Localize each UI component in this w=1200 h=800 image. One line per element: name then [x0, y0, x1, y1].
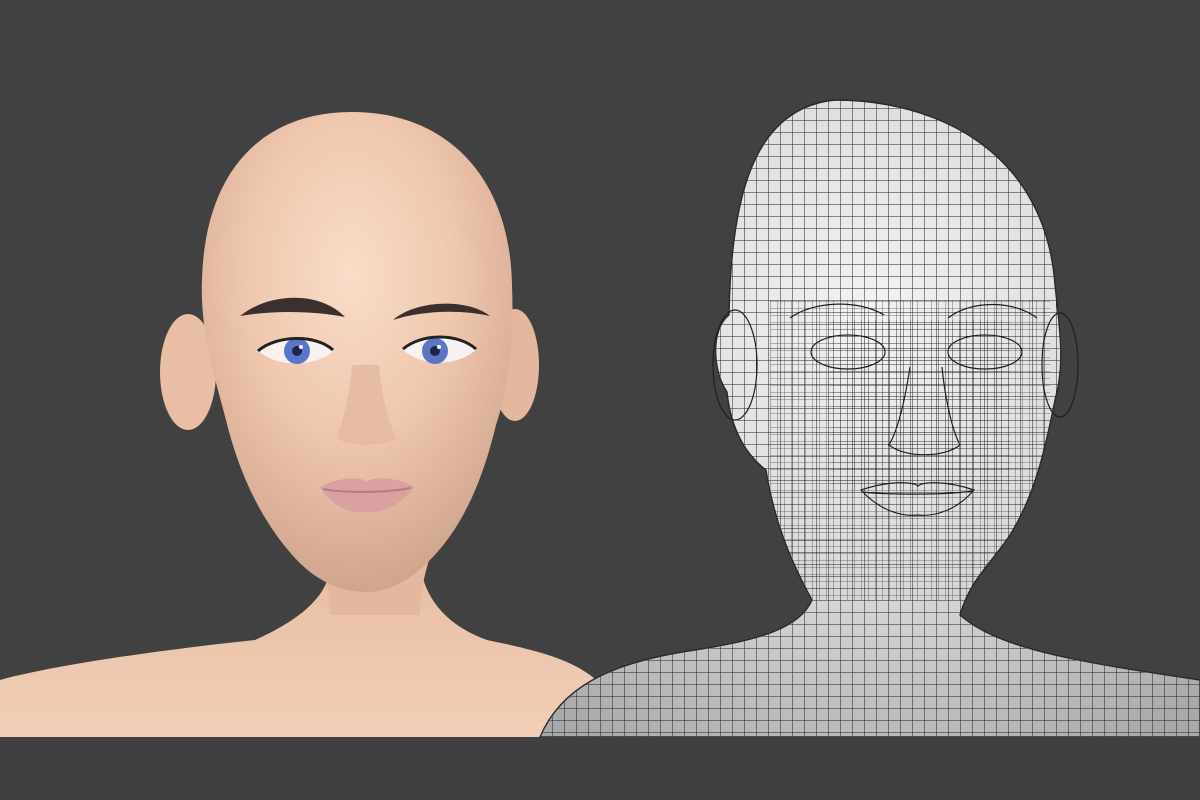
- left-shoulders: [0, 565, 620, 737]
- render-canvas: [0, 0, 1200, 800]
- shaded-head: [0, 112, 620, 737]
- bottom-background-band: [0, 737, 1200, 800]
- render-illustration: [0, 99, 1200, 738]
- wireframe-head: [538, 99, 1200, 738]
